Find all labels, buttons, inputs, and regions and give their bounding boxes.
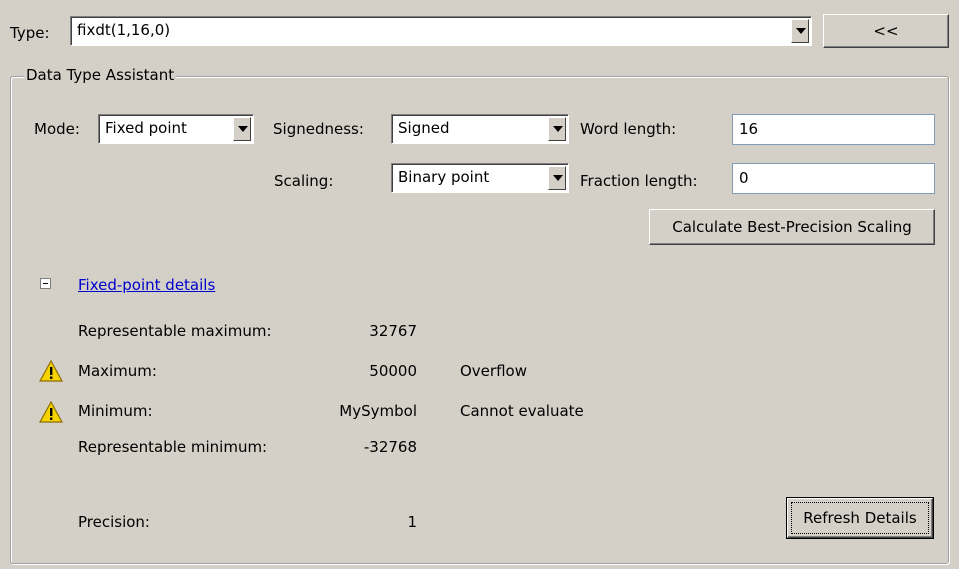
data-type-assistant-group bbox=[10, 76, 949, 564]
fixed-point-details-link[interactable]: Fixed-point details bbox=[78, 276, 215, 294]
collapse-minus-icon[interactable] bbox=[40, 278, 51, 289]
mode-label: Mode: bbox=[34, 120, 80, 138]
maximum-label: Maximum: bbox=[78, 362, 157, 380]
fraction-length-value: 0 bbox=[739, 169, 749, 187]
focus-ring bbox=[791, 502, 929, 534]
group-title: Data Type Assistant bbox=[24, 66, 177, 84]
warning-triangle-icon bbox=[39, 401, 63, 423]
word-length-field[interactable]: 16 bbox=[732, 114, 935, 145]
chevron-down-icon[interactable] bbox=[233, 117, 251, 141]
calculate-best-precision-button[interactable]: Calculate Best-Precision Scaling bbox=[649, 209, 935, 245]
signedness-value: Signed bbox=[398, 119, 450, 137]
chevron-down-icon[interactable] bbox=[548, 117, 566, 141]
refresh-details-button[interactable]: Refresh Details bbox=[786, 497, 934, 539]
mode-value: Fixed point bbox=[105, 119, 187, 137]
type-label: Type: bbox=[10, 24, 50, 42]
scaling-select[interactable]: Binary point bbox=[391, 163, 569, 193]
signedness-label: Signedness: bbox=[273, 120, 364, 138]
word-length-value: 16 bbox=[739, 120, 759, 138]
fraction-length-label: Fraction length: bbox=[580, 172, 698, 190]
fraction-length-field[interactable]: 0 bbox=[732, 163, 935, 194]
word-length-label: Word length: bbox=[580, 120, 677, 138]
warning-triangle-icon bbox=[39, 360, 63, 382]
scaling-value: Binary point bbox=[398, 168, 490, 186]
maximum-value: 50000 bbox=[369, 362, 417, 380]
minimum-note: Cannot evaluate bbox=[460, 402, 584, 420]
calculate-best-precision-label: Calculate Best-Precision Scaling bbox=[672, 218, 912, 236]
chevron-down-icon[interactable] bbox=[548, 166, 566, 190]
type-value: fixdt(1,16,0) bbox=[77, 21, 171, 39]
type-combobox[interactable]: fixdt(1,16,0) bbox=[70, 16, 812, 46]
minimum-label: Minimum: bbox=[78, 402, 153, 420]
representable-maximum-value: 32767 bbox=[369, 322, 417, 340]
mode-select[interactable]: Fixed point bbox=[98, 114, 254, 144]
collapse-assistant-button[interactable]: << bbox=[823, 14, 949, 48]
maximum-note: Overflow bbox=[460, 362, 527, 380]
scaling-label: Scaling: bbox=[274, 172, 334, 190]
signedness-select[interactable]: Signed bbox=[391, 114, 569, 144]
precision-label: Precision: bbox=[78, 513, 150, 531]
representable-minimum-value: -32768 bbox=[363, 438, 417, 456]
representable-minimum-label: Representable minimum: bbox=[78, 438, 268, 456]
precision-value: 1 bbox=[407, 513, 417, 531]
collapse-assistant-label: << bbox=[873, 22, 899, 40]
chevron-down-icon[interactable] bbox=[791, 19, 809, 43]
minimum-value: MySymbol bbox=[339, 402, 417, 420]
representable-maximum-label: Representable maximum: bbox=[78, 322, 272, 340]
